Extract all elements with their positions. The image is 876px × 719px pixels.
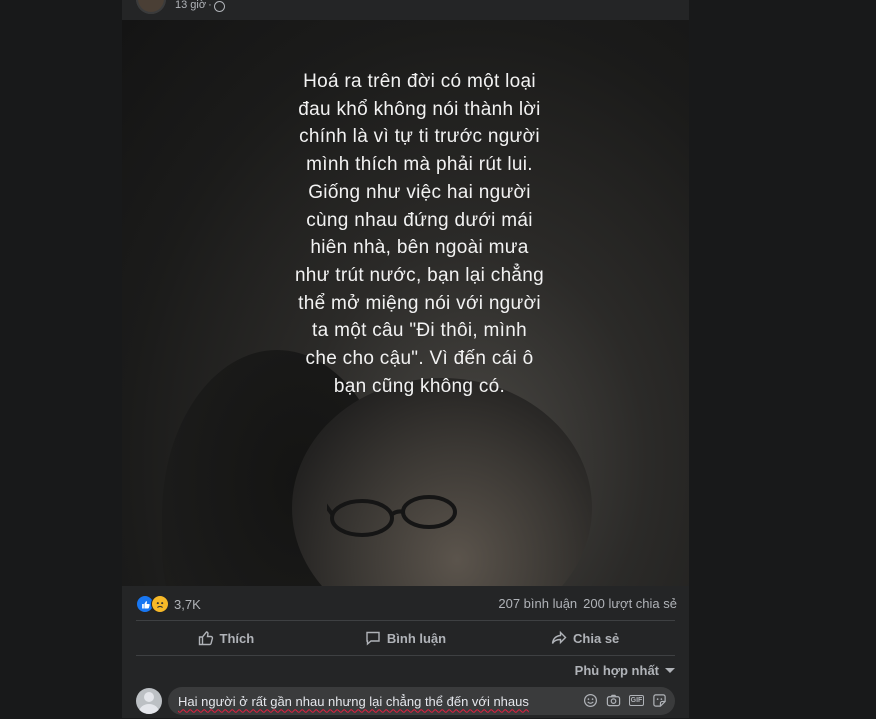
- share-count[interactable]: 200 lượt chia sẻ: [583, 596, 677, 611]
- comment-tools: GIF: [583, 693, 667, 708]
- comment-composer: Hai người ở rất gần nhau nhưng lại chẳng…: [136, 687, 675, 719]
- comment-button[interactable]: Bình luận: [316, 621, 496, 655]
- meta-separator: ·: [208, 0, 212, 11]
- caption-line: đau khổ không nói thành lời: [298, 98, 541, 120]
- thumbs-up-icon: [198, 631, 213, 646]
- camera-icon[interactable]: [606, 693, 621, 708]
- post-image[interactable]: Hoá ra trên đời có một loại đau khổ khôn…: [122, 20, 689, 586]
- user-avatar[interactable]: [136, 688, 162, 714]
- share-label: Chia sẻ: [573, 630, 620, 646]
- caption-line: cùng nhau đứng dưới mái: [306, 209, 533, 231]
- caption-line: Hoá ra trên đời có một loại: [303, 71, 536, 92]
- share-icon: [551, 630, 567, 645]
- caption-line: thể mở miệng nói với người: [298, 292, 541, 314]
- caption-line: mình thích mà phải rút lui.: [306, 154, 533, 176]
- engagement-counts: 207 bình luận 200 lượt chia sẻ: [498, 596, 677, 611]
- divider: [136, 655, 675, 656]
- post-time[interactable]: 13 giờ: [175, 0, 206, 11]
- caption-line: ta một câu "Đi thôi, mình: [312, 320, 527, 342]
- post-meta: 13 giờ ·: [175, 0, 225, 12]
- comment-count[interactable]: 207 bình luận: [498, 596, 577, 611]
- caption-line: chính là vì tự ti trước người: [299, 126, 540, 148]
- post-header: 13 giờ ·: [122, 0, 689, 20]
- comment-sort-dropdown[interactable]: Phù hợp nhất: [575, 663, 675, 678]
- sticker-icon[interactable]: [652, 693, 667, 708]
- image-caption: Hoá ra trên đời có một loại đau khổ khôn…: [282, 68, 557, 400]
- caption-line: Giống như việc hai người: [308, 181, 531, 203]
- image-glasses: [327, 495, 457, 537]
- caption-line: hiên nhà, bên ngoài mưa: [310, 237, 529, 259]
- gif-icon[interactable]: GIF: [628, 693, 645, 708]
- caption-line: che cho cậu". Vì đến cái ô: [305, 348, 534, 370]
- comment-label: Bình luận: [386, 630, 447, 646]
- emoji-icon[interactable]: [583, 693, 598, 708]
- share-button[interactable]: Chia sẻ: [495, 621, 675, 655]
- globe-icon[interactable]: [213, 0, 225, 12]
- sad-icon: [151, 595, 169, 613]
- action-bar: Thích Bình luận Chia sẻ: [136, 621, 675, 655]
- reaction-count: 3,7K: [174, 596, 201, 612]
- comment-icon: [366, 631, 380, 646]
- like-label: Thích: [219, 630, 255, 646]
- post-stats: 3,7K 207 bình luận 200 lượt chia sẻ: [122, 586, 689, 620]
- post-card: 13 giờ · Hoá ra trên đời có một loại đau…: [122, 0, 689, 718]
- sort-label: Phù hợp nhất: [574, 663, 659, 678]
- caption-line: bạn cũng không có.: [333, 375, 506, 397]
- comment-input[interactable]: Hai người ở rất gần nhau nhưng lại chẳng…: [168, 687, 675, 715]
- reactions-summary[interactable]: 3,7K: [136, 595, 201, 613]
- like-button[interactable]: Thích: [136, 621, 316, 655]
- author-avatar[interactable]: [136, 0, 166, 14]
- caption-line: như trút nước, bạn lại chẳng: [294, 264, 545, 286]
- caret-down-icon: [665, 668, 675, 673]
- comment-input-text[interactable]: Hai người ở rất gần nhau nhưng lại chẳng…: [178, 694, 529, 709]
